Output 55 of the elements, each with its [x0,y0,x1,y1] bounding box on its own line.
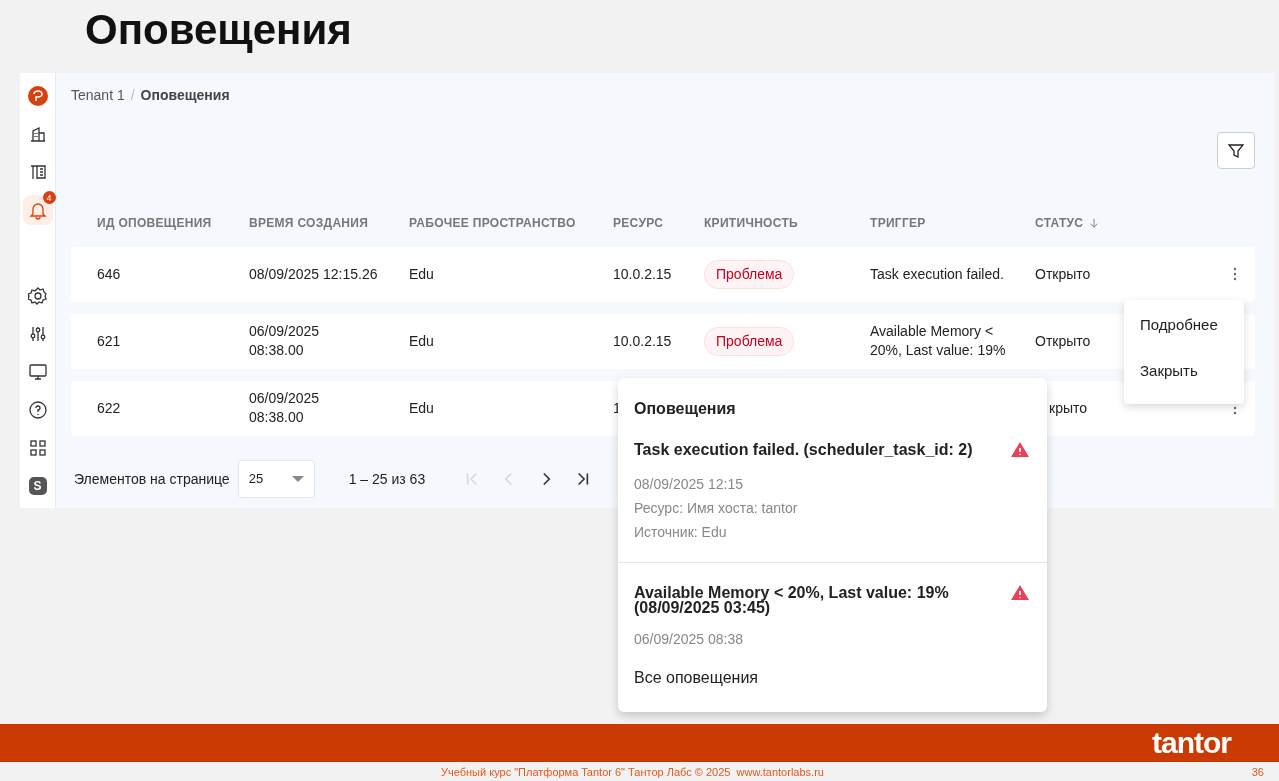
warning-icon [1009,440,1031,460]
table-cell: Edu [409,332,434,349]
table-cell: Открыто [1035,265,1091,282]
settings-icon [27,286,48,306]
page-range: 1 – 25 из 63 [348,470,426,487]
table-cell-text: Available Memory < 20%, Last value: 19% [870,322,1007,361]
table-cell: 06/09/2025 08:38.00 [249,390,320,426]
column-header[interactable]: КРИТИЧНОСТЬ [704,216,798,231]
all-notifications-link[interactable]: Все оповещения [634,669,758,687]
column-header[interactable]: ИД ОПОВЕЩЕНИЯ [97,216,212,231]
page-number: 36 [1251,765,1264,778]
table-cell: 06/09/2025 08:38.00 [249,323,320,359]
filter-button[interactable] [1217,132,1255,170]
popup-title: Оповещения [634,400,736,417]
notification-date: 08/09/2025 12:15 [634,476,744,492]
column-header[interactable]: РАБОЧЕЕ ПРОСТРАНСТВО [409,216,576,231]
help-icon [27,400,48,420]
table-cell: 646 [97,265,121,282]
apps-grid-icon [27,438,48,458]
table-cell: 621 [97,332,121,349]
menu-item[interactable]: Подробнее [1124,316,1244,336]
table-cell: Edu [409,265,434,282]
tantor-logo: tantor [1152,728,1231,758]
column-header[interactable]: ТРИГГЕР [870,216,926,231]
notification-detail: Ресурс: Имя хоста: tantor [634,500,799,516]
table-row[interactable]: 646 08/09/2025 12:15.26 Edu 10.0.2.15 Проблема Task execution failed. Открыто [71,246,1255,302]
column-header[interactable]: РЕСУРС [613,216,664,231]
table-cell: 08/09/2025 12:15.26 [249,265,378,282]
table-cell: крыто [1049,399,1087,416]
more-options-icon[interactable] [1233,267,1237,282]
last-page-icon[interactable] [576,472,589,485]
table-cell: 622 [97,399,121,416]
table-cell: Открыто [1035,332,1091,349]
monitor-icon [27,362,48,382]
table-cell: 10.0.2.15 [613,265,672,282]
footer-text: Учебный курс "Платформа Tantor 6" Тантор Лабс © 2025 www.tantorlabs.ru [441,765,824,778]
column-header[interactable]: СТАТУС [1035,216,1084,231]
bell-icon [27,200,48,220]
column-header[interactable]: ВРЕМЯ СОЗДАНИЯ [249,216,369,231]
slide-title: Оповещения [85,6,352,54]
breadcrumb-item[interactable]: Tenant 1 [71,87,125,105]
table-cell: 10.0.2.15 [613,332,672,349]
notification-title[interactable]: Task execution failed. (scheduler_task_id: 2) [634,442,994,457]
severity-tag: Проблема [704,326,795,356]
notification-title[interactable]: Available Memory < 20%, Last value: 19% (08/09/2025 03:45) [634,585,994,615]
notification-detail: Источник: Edu [634,524,728,540]
page-size-label: Элементов на странице [74,470,230,487]
table-cell: Edu [409,399,434,416]
breadcrumb-item: Оповещения [140,87,230,105]
warning-icon [1009,583,1031,603]
notification-date: 06/09/2025 08:38 [634,631,744,647]
severity-tag: Проблема [704,259,795,289]
breadcrumb-separator: / [130,87,135,105]
page-size-select[interactable]: 25 [237,459,315,498]
table-cell: Task execution failed. [870,264,1004,284]
